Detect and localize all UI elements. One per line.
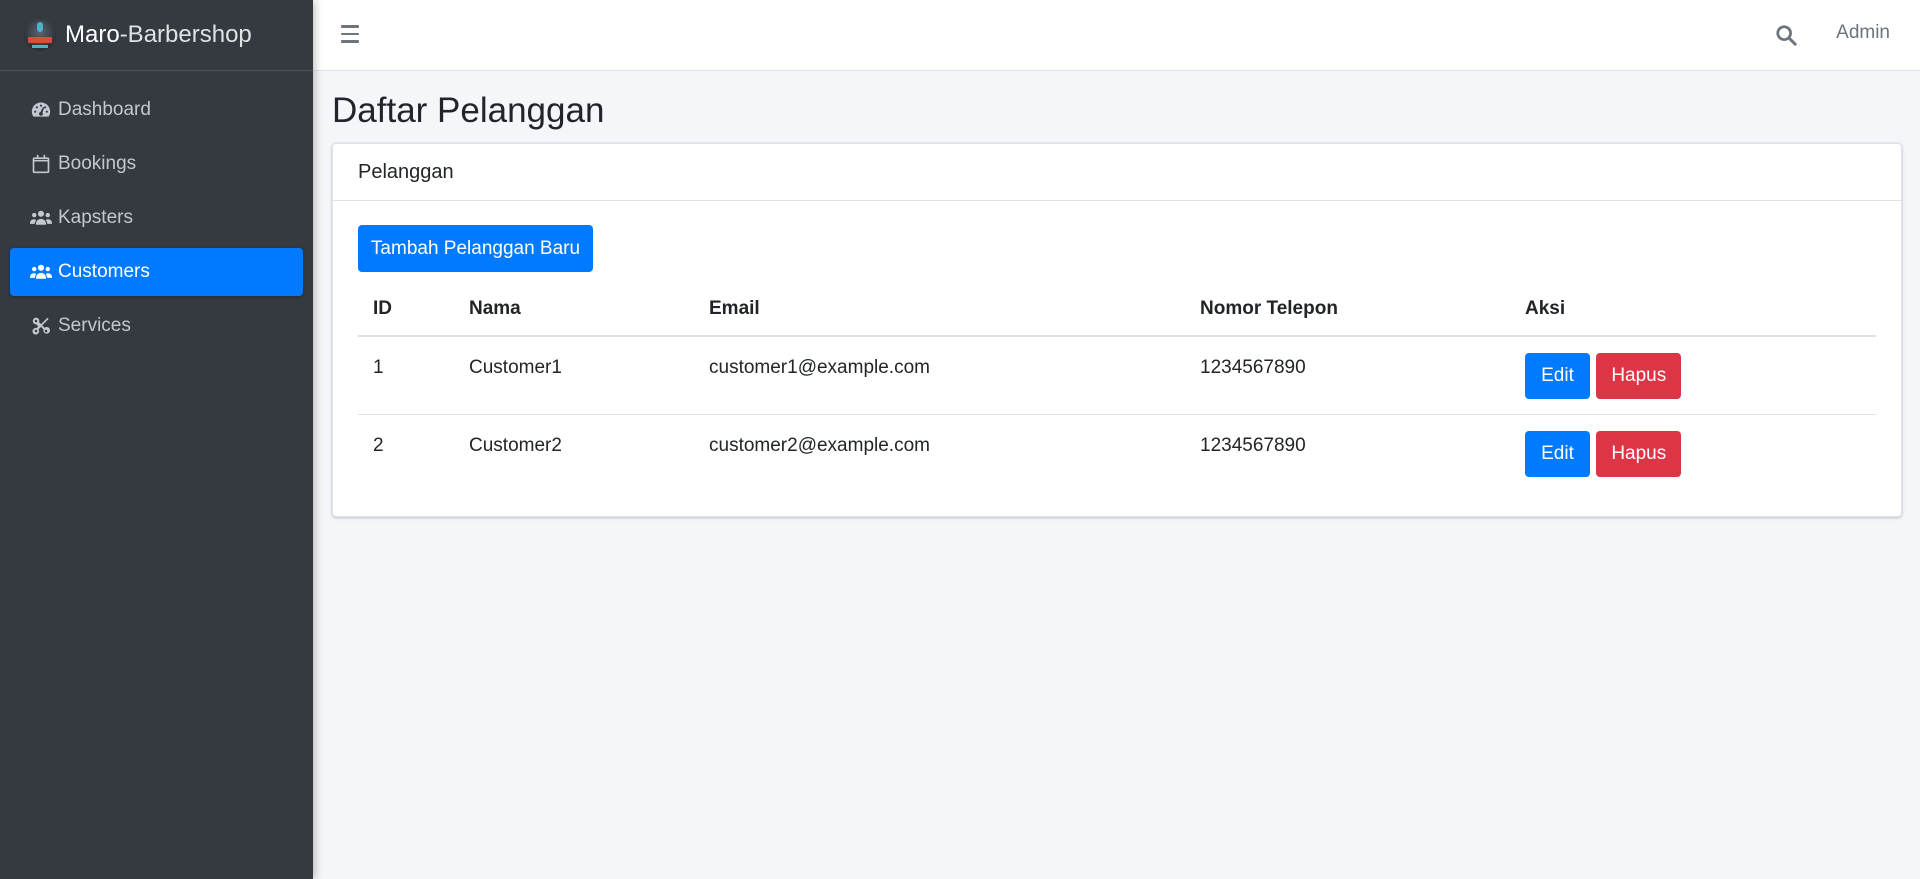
table-row: 2 Customer2 customer2@example.com 123456… — [358, 414, 1876, 492]
sidebar-item-label: Services — [58, 315, 131, 336]
cell-id: 1 — [358, 336, 454, 415]
brand-logo — [24, 19, 56, 51]
column-header-nama: Nama — [454, 282, 694, 337]
column-header-id: ID — [358, 282, 454, 337]
add-customer-button[interactable]: Tambah Pelanggan Baru — [358, 225, 593, 272]
cell-name: Customer1 — [454, 336, 694, 415]
customers-table: ID Nama Email Nomor Telepon Aksi 1 Custo… — [358, 282, 1876, 492]
search-icon[interactable] — [1775, 24, 1797, 46]
sidebar-nav: Dashboard Bookings Kapsters Customers Se… — [0, 71, 313, 371]
edit-button[interactable]: Edit — [1525, 430, 1590, 477]
sidebar-item-customers[interactable]: Customers — [10, 248, 303, 296]
column-header-email: Email — [694, 282, 1185, 337]
user-menu-link[interactable]: Admin — [1836, 22, 1890, 44]
delete-button[interactable]: Hapus — [1596, 353, 1682, 399]
cell-email: customer1@example.com — [694, 336, 1185, 415]
cell-phone: 1234567890 — [1185, 336, 1510, 415]
top-navbar: Admin — [313, 0, 1920, 71]
cell-actions: Edit Hapus — [1510, 336, 1876, 415]
cell-id: 2 — [373, 434, 384, 456]
calendar-icon — [29, 154, 53, 174]
app: Maro-Barbershop Dashboard Bookings Kapst… — [0, 0, 1920, 879]
tachometer-icon — [29, 100, 53, 120]
sidebar-item-label: Dashboard — [58, 99, 151, 120]
menu-toggle-icon[interactable] — [341, 25, 359, 45]
table-row: 1 Customer1 customer1@example.com 123456… — [358, 336, 1876, 415]
users-icon — [29, 262, 53, 282]
cell-name: Customer2 — [469, 434, 562, 456]
brand-link[interactable]: Maro-Barbershop — [0, 0, 313, 71]
sidebar-item-label: Kapsters — [58, 207, 133, 228]
main-content: Daftar Pelanggan Pelanggan Tambah Pelang… — [332, 71, 1902, 517]
table-header-row: ID Nama Email Nomor Telepon Aksi — [358, 282, 1876, 337]
sidebar-item-label: Customers — [58, 261, 150, 282]
cell-email: customer2@example.com — [709, 434, 930, 456]
card-body: Tambah Pelanggan Baru ID Nama Email Nomo… — [333, 201, 1901, 516]
card-title: Pelanggan — [333, 144, 1901, 201]
edit-button[interactable]: Edit — [1525, 353, 1590, 399]
cell-actions: Edit Hapus — [1510, 414, 1876, 492]
sidebar-item-bookings[interactable]: Bookings — [10, 140, 303, 188]
column-header-aksi: Aksi — [1510, 282, 1876, 337]
sidebar-item-kapsters[interactable]: Kapsters — [10, 194, 303, 242]
sidebar-item-label: Bookings — [58, 153, 137, 174]
cell-phone: 1234567890 — [1200, 434, 1306, 456]
page-title: Daftar Pelanggan — [332, 91, 605, 130]
scissors-icon — [29, 316, 53, 336]
delete-button[interactable]: Hapus — [1596, 430, 1682, 477]
sidebar-item-services[interactable]: Services — [10, 302, 303, 350]
column-header-phone: Nomor Telepon — [1185, 282, 1510, 337]
customers-card: Pelanggan Tambah Pelanggan Baru ID Nama … — [332, 143, 1902, 517]
sidebar-item-dashboard[interactable]: Dashboard — [10, 86, 303, 134]
brand-name: Maro-Barbershop — [65, 21, 252, 48]
sidebar: Maro-Barbershop Dashboard Bookings Kapst… — [0, 0, 313, 879]
users-icon — [29, 208, 53, 228]
